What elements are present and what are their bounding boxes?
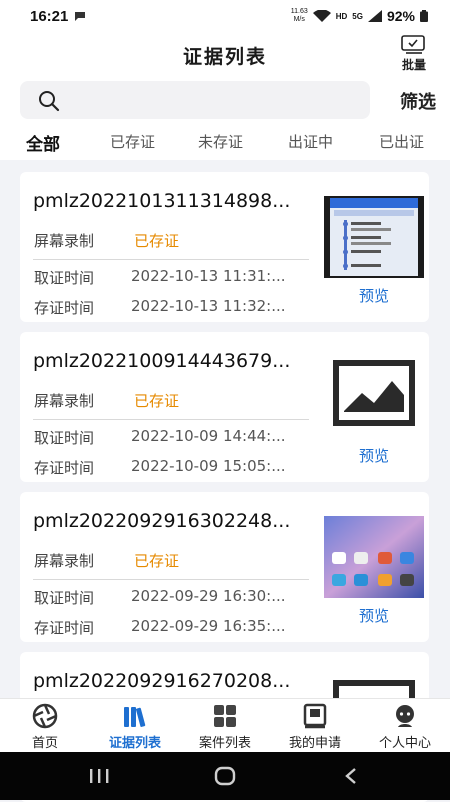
message-icon	[75, 12, 86, 21]
user-icon	[396, 705, 414, 727]
search-input[interactable]	[70, 81, 364, 121]
status-tabs: 全部 已存证 未存证 出证中 已出证	[0, 124, 450, 160]
evidence-status: 已存证	[134, 392, 180, 410]
tab-unstored[interactable]: 未存证	[198, 131, 243, 152]
nav-case-list[interactable]: 案件列表	[180, 703, 270, 751]
nav-home[interactable]: 首页	[0, 703, 90, 751]
status-bar: 16:21 11.63 M/s HD 5G 92%	[0, 0, 450, 32]
tab-issuing[interactable]: 出证中	[288, 131, 333, 152]
battery-level: 92%	[386, 8, 415, 24]
divider	[33, 259, 309, 260]
store-time-value: 2022-10-13 11:32:...	[131, 297, 286, 315]
capture-time-value: 2022-09-29 16:30:...	[131, 587, 286, 605]
preview-button[interactable]: 预览	[344, 285, 404, 306]
tab-issued[interactable]: 已出证	[379, 131, 424, 152]
nav-evidence-list[interactable]: 证据列表	[90, 703, 180, 751]
nav-my-applications-label: 我的申请	[288, 736, 341, 751]
nav-home-label: 首页	[31, 736, 58, 751]
nav-my-applications[interactable]: 我的申请	[270, 703, 360, 751]
capture-time-label: 取证时间	[34, 589, 95, 607]
status-indicators: 11.63 M/s HD 5G 92%	[291, 0, 428, 32]
home-screen-thumbnail[interactable]	[324, 516, 424, 598]
shutter-icon	[32, 703, 58, 729]
signal-icon	[367, 10, 382, 22]
wifi-icon	[312, 10, 331, 22]
album-icon	[303, 703, 327, 729]
tab-all[interactable]: 全部	[26, 130, 60, 155]
header: 证据列表 批量	[0, 32, 450, 76]
divider	[33, 419, 309, 420]
evidence-id: pmlz2022092916270208...	[33, 670, 291, 692]
grid-icon	[214, 705, 236, 727]
preview-button[interactable]: 预览	[344, 445, 404, 466]
tab-stored[interactable]: 已存证	[110, 131, 155, 152]
store-time-value: 2022-09-29 16:35:...	[131, 617, 286, 635]
batch-button[interactable]: 批量	[396, 34, 432, 73]
back-icon[interactable]	[344, 767, 358, 785]
store-time-label: 存证时间	[34, 619, 95, 637]
filter-button[interactable]: 筛选	[400, 88, 436, 114]
evidence-type: 屏幕录制	[34, 392, 95, 410]
capture-time-value: 2022-10-09 14:44:...	[131, 427, 286, 445]
home-icon[interactable]	[214, 766, 236, 786]
divider	[33, 579, 309, 580]
store-time-value: 2022-10-09 15:05:...	[131, 457, 286, 475]
nav-evidence-list-label: 证据列表	[108, 736, 161, 751]
nav-profile-label: 个人中心	[378, 736, 431, 751]
network-speed: 11.63 M/s	[291, 8, 308, 24]
search-icon	[39, 91, 60, 112]
speed-unit: M/s	[293, 16, 305, 23]
evidence-id: pmlz2022100914443679...	[33, 350, 291, 372]
nav-profile[interactable]: 个人中心	[360, 703, 450, 751]
recent-apps-icon[interactable]	[88, 768, 110, 784]
evidence-id: pmlz2022092916302248...	[33, 510, 291, 532]
image-placeholder-icon[interactable]	[324, 356, 424, 438]
network-label: 5G	[352, 11, 363, 21]
search-box[interactable]	[20, 81, 370, 121]
evidence-status: 已存证	[134, 232, 180, 250]
status-time: 16:21	[30, 7, 69, 25]
batch-label: 批量	[401, 58, 426, 72]
battery-icon	[420, 10, 428, 22]
nav-case-list-label: 案件列表	[198, 736, 251, 751]
preview-button[interactable]: 预览	[344, 605, 404, 626]
screen-recording-thumbnail[interactable]	[324, 196, 424, 278]
store-time-label: 存证时间	[34, 299, 95, 317]
network-type: 5G	[352, 12, 363, 21]
evidence-card[interactable]: pmlz2022092916302248... 屏幕录制 已存证 取证时间 20…	[20, 492, 429, 642]
store-time-label: 存证时间	[34, 459, 95, 477]
capture-time-label: 取证时间	[34, 429, 95, 447]
speed-value: 11.63	[290, 8, 308, 15]
evidence-card[interactable]: pmlz2022100914443679... 屏幕录制 已存证 取证时间 20…	[20, 332, 429, 482]
evidence-type: 屏幕录制	[34, 232, 95, 250]
evidence-status: 已存证	[134, 552, 180, 570]
hd-badge: HD	[335, 11, 348, 21]
capture-time-label: 取证时间	[34, 269, 95, 287]
search-row: 筛选	[0, 76, 450, 124]
evidence-type: 屏幕录制	[34, 552, 95, 570]
batch-icon	[401, 35, 425, 54]
page-title: 证据列表	[182, 46, 267, 68]
bottom-nav: 首页 证据列表 案件列表 我的申请 个人中心	[0, 698, 450, 753]
books-icon	[124, 707, 146, 727]
system-nav-bar	[0, 752, 450, 800]
evidence-card[interactable]: pmlz2022101311314898... 屏幕录制 已存证 取证时间 20…	[20, 172, 429, 322]
capture-time-value: 2022-10-13 11:31:...	[131, 267, 286, 285]
evidence-id: pmlz2022101311314898...	[33, 190, 291, 212]
